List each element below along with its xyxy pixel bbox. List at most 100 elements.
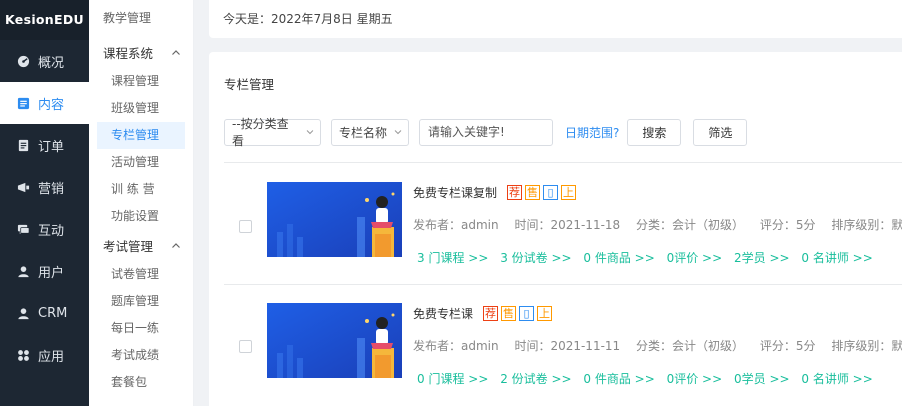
nav-item-orders[interactable]: 订单 [0, 124, 89, 166]
reviews-link[interactable]: 0评价 >> [667, 372, 723, 386]
meta-time: 时间：2021-11-18 [514, 218, 621, 232]
field-select-value: 专栏名称 [339, 125, 388, 140]
nav-item-crm[interactable]: CRM [0, 292, 89, 334]
subnav-item-package[interactable]: 套餐包 [89, 369, 193, 396]
subnav-item-paper-manage[interactable]: 试卷管理 [89, 261, 193, 288]
user-icon [16, 264, 30, 278]
nav-item-apps[interactable]: 应用 [0, 334, 89, 376]
column-title[interactable]: 免费专栏课复制 [413, 184, 497, 201]
apps-icon [16, 348, 30, 362]
nav-label: 概况 [38, 55, 65, 71]
teachers-link[interactable]: 0 名讲师 >> [801, 251, 872, 265]
meta-score: 评分：5分 [759, 339, 816, 353]
sale-tag[interactable]: 售 [501, 306, 517, 321]
subnav-group-label: 课程系统 [103, 46, 154, 61]
status-tags: 荐 售 ▯ 上 [483, 306, 555, 321]
column-title-row: 免费专栏课复制 荐 售 ▯ 上 [413, 184, 579, 201]
nav-item-overview[interactable]: 概况 [0, 40, 89, 82]
filter-button[interactable]: 筛选 [693, 118, 748, 146]
column-meta: 发布者：admin 时间：2021-11-11 分类：会计（初级） 评分：5分 … [413, 337, 902, 354]
sale-tag[interactable]: 售 [525, 185, 541, 200]
table-row: 免费专栏课 荐 售 ▯ 上 发布者：admin 时间：2021-11-11 分类… [224, 285, 902, 405]
crm-icon [16, 306, 30, 320]
subnav-item-training-camp[interactable]: 训 练 营 [89, 176, 193, 203]
meta-time: 时间：2021-11-11 [514, 339, 621, 353]
chevron-up-icon [172, 49, 180, 55]
dashboard-icon [16, 54, 30, 68]
papers-link[interactable]: 3 份试卷 >> [500, 251, 571, 265]
goods-link[interactable]: 0 件商品 >> [583, 372, 654, 386]
meta-rank: 排序级别：默认 [831, 218, 902, 232]
nav-item-users[interactable]: 用户 [0, 250, 89, 292]
subnav-item-question-bank[interactable]: 题库管理 [89, 288, 193, 315]
nav-label: 应用 [38, 349, 65, 365]
panel-title: 专栏管理 [224, 77, 275, 92]
meta-rank: 排序级别：默认 [831, 339, 902, 353]
subnav-title: 教学管理 [103, 11, 152, 25]
main-sidebar: KesionEDU 概况 内容 订单 营销 互动 用户 CRM 应用 [0, 0, 89, 406]
subnav-group-label: 考试管理 [103, 239, 154, 254]
nav-label: 内容 [38, 97, 65, 113]
papers-link[interactable]: 2 份试卷 >> [500, 372, 571, 386]
table-row: 免费专栏课复制 荐 售 ▯ 上 发布者：admin 时间：2021-11-18 … [224, 164, 902, 284]
keyword-input[interactable] [419, 118, 553, 146]
column-links: 3 门课程 >> 3 份试卷 >> 0 件商品 >> 0评价 >> 2学员 >>… [417, 249, 881, 266]
sub-sidebar: 教学管理 课程系统 课程管理 班级管理 专栏管理 活动管理 训 练 营 功能设置… [89, 0, 194, 406]
nav-item-marketing[interactable]: 营销 [0, 166, 89, 208]
reviews-link[interactable]: 0评价 >> [667, 251, 723, 265]
category-select-value: --按分类查看 [232, 117, 289, 148]
mobile-tag[interactable]: ▯ [519, 306, 535, 321]
order-icon [16, 138, 30, 152]
students-link[interactable]: 0学员 >> [734, 372, 790, 386]
status-tags: 荐 售 ▯ 上 [507, 185, 579, 200]
nav-label: 互动 [38, 223, 65, 239]
column-links: 0 门课程 >> 2 份试卷 >> 0 件商品 >> 0评价 >> 0学员 >>… [417, 370, 881, 387]
nav-item-content[interactable]: 内容 [0, 82, 89, 124]
column-meta: 发布者：admin 时间：2021-11-18 分类：会计（初级） 评分：5分 … [413, 216, 902, 233]
column-title[interactable]: 免费专栏课 [413, 305, 473, 322]
app-logo: KesionEDU [0, 0, 89, 40]
meta-category: 分类：会计（初级） [636, 218, 745, 232]
online-tag[interactable]: 上 [537, 306, 553, 321]
online-tag[interactable]: 上 [561, 185, 577, 200]
chevron-up-icon [172, 242, 180, 248]
subnav-item-column-manage[interactable]: 专栏管理 [97, 122, 185, 149]
subnav-group-course[interactable]: 课程系统 [89, 37, 193, 68]
category-select[interactable]: --按分类查看 [224, 117, 321, 148]
column-thumbnail[interactable] [267, 303, 402, 378]
courses-link[interactable]: 3 门课程 >> [417, 251, 488, 265]
date-range-link[interactable]: 日期范围? [565, 124, 619, 141]
recommend-tag[interactable]: 荐 [483, 306, 499, 321]
field-select[interactable]: 专栏名称 [331, 118, 409, 146]
subnav-item-activity-manage[interactable]: 活动管理 [89, 149, 193, 176]
today-text: 今天是：2022年7月8日 星期五 [223, 12, 393, 26]
subnav-group-exam[interactable]: 考试管理 [89, 230, 193, 261]
subnav-item-exam-scores[interactable]: 考试成绩 [89, 342, 193, 369]
nav-item-interaction[interactable]: 互动 [0, 208, 89, 250]
content-icon [16, 96, 30, 110]
row-checkbox[interactable] [239, 340, 252, 353]
row-checkbox[interactable] [239, 220, 252, 233]
subnav-item-daily-practice[interactable]: 每日一练 [89, 315, 193, 342]
subnav-item-course-manage[interactable]: 课程管理 [89, 68, 193, 95]
subnav-item-class-manage[interactable]: 班级管理 [89, 95, 193, 122]
subnav-item-settings[interactable]: 功能设置 [89, 203, 193, 230]
divider [224, 162, 902, 163]
meta-author: 发布者：admin [413, 218, 499, 232]
column-thumbnail[interactable] [267, 182, 402, 257]
students-link[interactable]: 2学员 >> [734, 251, 790, 265]
chevron-down-icon [306, 130, 314, 135]
mobile-tag[interactable]: ▯ [543, 185, 559, 200]
date-bar: 今天是：2022年7月8日 星期五 [209, 0, 902, 38]
search-button[interactable]: 搜索 [627, 118, 682, 146]
chevron-down-icon [394, 130, 402, 135]
marketing-icon [16, 180, 30, 194]
recommend-tag[interactable]: 荐 [507, 185, 523, 200]
teachers-link[interactable]: 0 名讲师 >> [801, 372, 872, 386]
nav-label: 用户 [38, 265, 65, 281]
filter-bar: --按分类查看 专栏名称 日期范围? 搜索 筛选 [224, 117, 759, 148]
goods-link[interactable]: 0 件商品 >> [583, 251, 654, 265]
nav-label: 营销 [38, 181, 65, 197]
nav-label: 订单 [38, 139, 65, 155]
courses-link[interactable]: 0 门课程 >> [417, 372, 488, 386]
